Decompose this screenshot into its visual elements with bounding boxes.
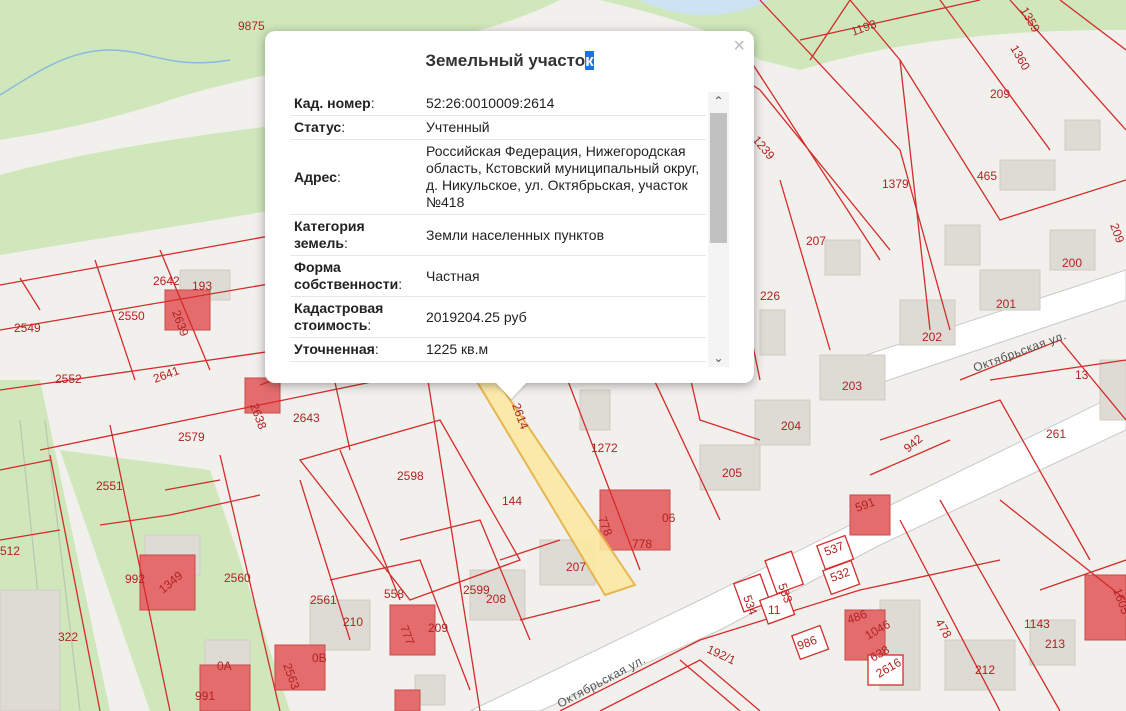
parcel-label: 209 bbox=[990, 87, 1010, 101]
parcel-label: 144 bbox=[502, 494, 522, 508]
parcel-label: 261 bbox=[1046, 427, 1066, 441]
attribute-row: Кад. номер: 52:26:0010009:2614 bbox=[290, 92, 706, 116]
parcel-label: 208 bbox=[486, 592, 506, 606]
attributes-table-container[interactable]: Кад. номер: 52:26:0010009:2614 Статус: Учте… bbox=[290, 92, 730, 367]
scrollbar-thumb[interactable] bbox=[710, 113, 727, 243]
attribute-key: Категория земель: bbox=[290, 214, 422, 256]
attribute-value: 2019204.25 руб bbox=[422, 296, 706, 338]
attribute-value: 1225 кв.м bbox=[422, 337, 706, 362]
parcel-label: 193 bbox=[192, 279, 212, 293]
parcel-label: 1272 bbox=[591, 441, 618, 455]
attribute-key: Статус: bbox=[290, 115, 422, 140]
attribute-key-text: Уточненная bbox=[294, 341, 375, 357]
parcel-label: 2551 bbox=[96, 479, 123, 493]
colon: : bbox=[341, 119, 346, 135]
attribute-value: Учтенный bbox=[422, 115, 706, 140]
parcel-label: 992 bbox=[125, 572, 145, 586]
popup-pointer bbox=[496, 383, 526, 399]
attributes-table: Кад. номер: 52:26:0010009:2614 Статус: Учте… bbox=[290, 92, 706, 362]
colon: : bbox=[344, 235, 348, 251]
parcel-label: 512 bbox=[0, 544, 20, 558]
parcel-label: 13 bbox=[1075, 368, 1089, 382]
attribute-value: Российская Федерация, Нижегородская обла… bbox=[422, 139, 706, 215]
attribute-row: Кадастровая стоимость: 2019204.25 руб bbox=[290, 296, 706, 338]
attribute-value: Земли населенных пунктов bbox=[422, 214, 706, 256]
colon: : bbox=[336, 168, 341, 185]
parcel-label: 2598 bbox=[397, 469, 424, 483]
parcel-label: 0В bbox=[312, 651, 327, 665]
parcel-info-popup: × Земельный участок Кад. номер: 52:26:001… bbox=[265, 31, 754, 383]
parcel-label: 2561 bbox=[310, 593, 337, 607]
parcel-label: 9875 bbox=[238, 19, 265, 33]
attribute-row: Форма собственности: Частная bbox=[290, 255, 706, 297]
attribute-key: Кад. номер: bbox=[290, 92, 422, 116]
attribute-key: Адрес: bbox=[290, 139, 422, 215]
popup-title-selection: к bbox=[585, 51, 594, 70]
parcel-label: 2552 bbox=[55, 372, 82, 386]
attribute-key-text: Категория земель bbox=[294, 218, 365, 251]
attribute-row: Категория земель: Земли населенных пункто… bbox=[290, 214, 706, 256]
attribute-key: Кадастровая стоимость: bbox=[290, 296, 422, 338]
parcel-label: 11 bbox=[768, 603, 781, 617]
attribute-key-text: Кад. номер bbox=[294, 95, 371, 111]
attribute-row: Адрес: Российская Федерация, Нижегородска… bbox=[290, 139, 706, 215]
parcel-label: 322 bbox=[58, 630, 78, 644]
chevron-down-icon[interactable]: ⌄ bbox=[708, 349, 729, 367]
attribute-value: Частная bbox=[422, 255, 706, 297]
attribute-key-text: Статус bbox=[294, 119, 342, 135]
parcel-label: 06 bbox=[662, 511, 676, 525]
parcel-label: 2550 bbox=[118, 309, 145, 323]
parcel-label: 558 bbox=[384, 587, 404, 601]
parcel-label: 203 bbox=[842, 379, 862, 393]
attribute-key-text: Адрес bbox=[294, 168, 337, 185]
attribute-key-text: Форма собственности bbox=[294, 259, 399, 292]
attribute-row: Уточненная: 1225 кв.м bbox=[290, 337, 706, 362]
attribute-row: Статус: Учтенный bbox=[290, 115, 706, 140]
parcel-label: 212 bbox=[975, 663, 995, 677]
colon: : bbox=[374, 341, 379, 357]
attribute-value: 52:26:0010009:2614 bbox=[422, 92, 706, 116]
parcel-label: 465 bbox=[977, 169, 997, 183]
parcel-label: 205 bbox=[722, 466, 742, 480]
parcel-label: 202 bbox=[922, 330, 942, 344]
parcel-label: 1379 bbox=[882, 177, 909, 191]
colon: : bbox=[370, 95, 375, 111]
attribute-key: Уточненная: bbox=[290, 337, 422, 362]
attribute-key: Форма собственности: bbox=[290, 255, 422, 297]
parcel-label: 778 bbox=[632, 537, 652, 551]
parcel-label: 2643 bbox=[293, 411, 320, 425]
popup-title: Земельный участок bbox=[265, 51, 754, 71]
parcel-label: 2579 bbox=[178, 430, 205, 444]
parcel-label: 213 bbox=[1045, 637, 1065, 651]
parcel-label: 1143 bbox=[1024, 617, 1050, 631]
colon: : bbox=[398, 276, 403, 292]
parcel-label: 2642 bbox=[153, 274, 180, 288]
parcel-label: 210 bbox=[343, 615, 363, 629]
popup-title-text: Земельный участо bbox=[425, 51, 586, 70]
popup-scrollbar[interactable]: ⌃ ⌄ bbox=[708, 92, 729, 367]
parcel-label: 201 bbox=[996, 297, 1016, 311]
parcel-label: 204 bbox=[781, 419, 801, 433]
parcel-label: 207 bbox=[566, 560, 586, 574]
parcel-label: 991 bbox=[195, 689, 215, 703]
colon: : bbox=[367, 317, 372, 333]
parcel-label: 209 bbox=[428, 621, 448, 635]
parcel-label: 207 bbox=[806, 234, 826, 248]
parcel-label: 226 bbox=[760, 289, 780, 303]
parcel-label: 200 bbox=[1062, 256, 1082, 270]
parcel-label: 2549 bbox=[14, 321, 41, 335]
parcel-label: 0А bbox=[217, 659, 232, 673]
chevron-up-icon[interactable]: ⌃ bbox=[708, 92, 729, 110]
parcel-label: 2560 bbox=[224, 571, 251, 585]
